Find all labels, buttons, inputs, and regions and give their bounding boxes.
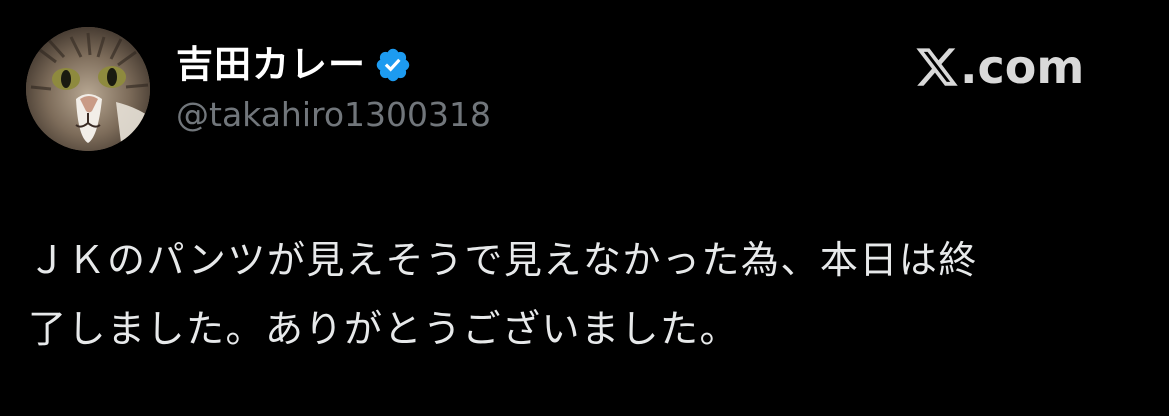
brand-logo: .com (914, 38, 1084, 96)
tweet-body: ＪＫのパンツが見えそうで見えなかった為、本日は終 了しました。ありがとうございま… (28, 226, 1138, 364)
cat-face-avatar (26, 27, 150, 151)
display-name[interactable]: 吉田カレー (176, 40, 366, 90)
user-handle[interactable]: @takahiro1300318 (176, 92, 491, 138)
x-logo-icon (914, 44, 960, 90)
brand-domain-text: .com (960, 40, 1085, 94)
avatar[interactable] (26, 27, 150, 151)
verified-badge-icon (374, 46, 412, 84)
tweet-line-2: 了しました。ありがとうございました。 (28, 307, 740, 351)
name-row: 吉田カレー (176, 40, 412, 90)
tweet-line-1: ＪＫのパンツが見えそうで見えなかった為、本日は終 (28, 238, 978, 282)
